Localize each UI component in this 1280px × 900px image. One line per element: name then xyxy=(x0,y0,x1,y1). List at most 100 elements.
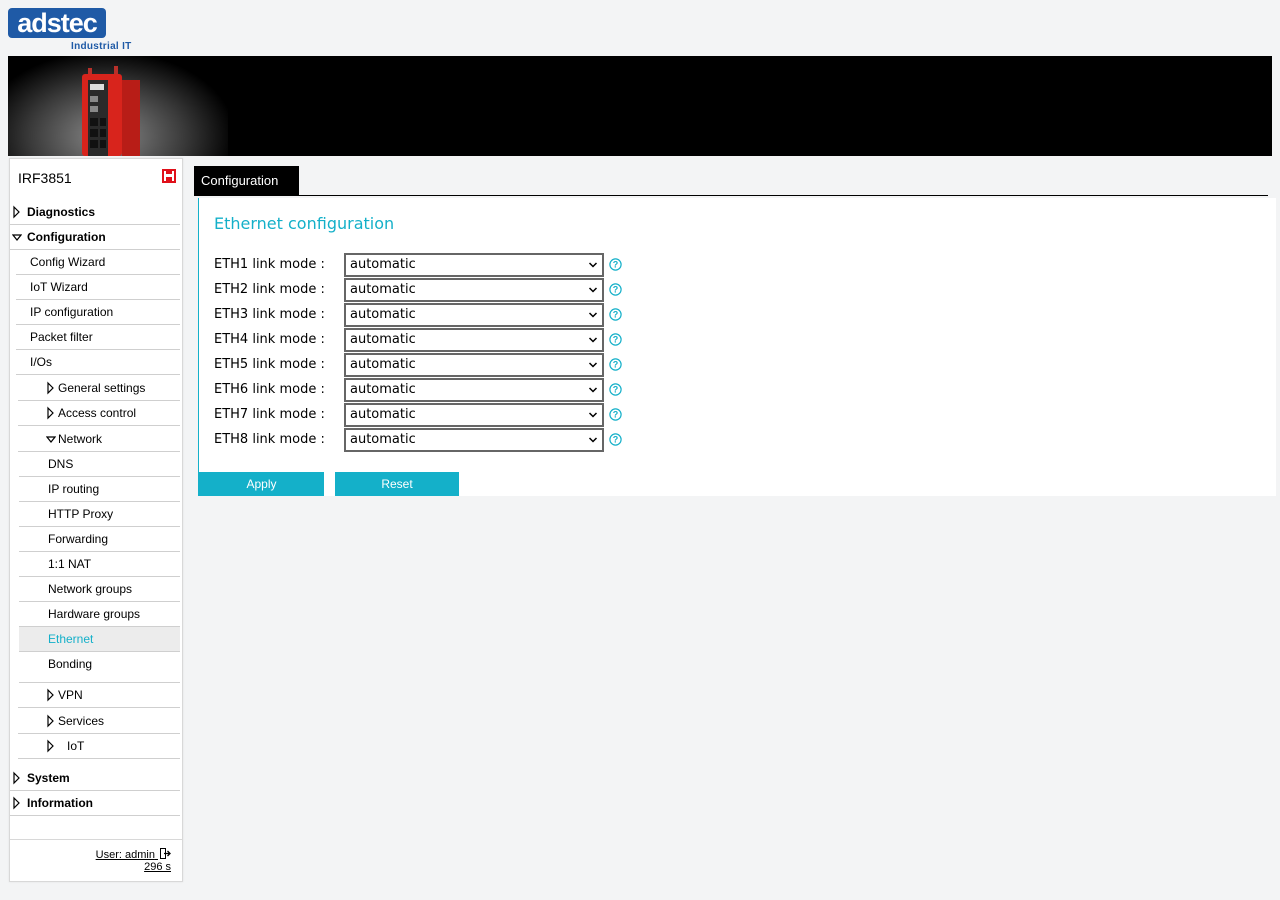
help-icon[interactable]: ? xyxy=(609,283,622,296)
chevron-right-icon xyxy=(13,771,20,785)
select-value: automatic xyxy=(350,257,416,272)
apply-button[interactable]: Apply xyxy=(199,472,324,496)
help-icon[interactable]: ? xyxy=(609,408,622,421)
logo-subtitle: Industrial IT xyxy=(71,41,132,52)
help-icon[interactable]: ? xyxy=(609,308,622,321)
select-value: automatic xyxy=(350,407,416,422)
sidebar-item-access-control[interactable]: Access control xyxy=(18,401,180,426)
eth3-link-mode-select[interactable]: automatic xyxy=(344,303,604,327)
sidebar-item-label: Hardware groups xyxy=(48,607,141,621)
svg-text:?: ? xyxy=(613,310,619,320)
chevron-right-icon xyxy=(47,688,54,702)
sidebar-item-label: Forwarding xyxy=(48,532,109,546)
tab-configuration[interactable]: Configuration xyxy=(194,166,299,195)
eth5-link-mode-select[interactable]: automatic xyxy=(344,353,604,377)
sidebar-item-label: Access control xyxy=(58,406,137,420)
eth8-link-mode-select[interactable]: automatic xyxy=(344,428,604,452)
sidebar-item-network-groups[interactable]: Network groups xyxy=(19,577,180,602)
sidebar-item-general-settings[interactable]: General settings xyxy=(18,376,180,401)
help-icon[interactable]: ? xyxy=(609,358,622,371)
sidebar-item-packet-filter[interactable]: Packet filter xyxy=(16,325,180,350)
sidebar-item-system[interactable]: System xyxy=(10,766,180,791)
sidebar-item-information[interactable]: Information xyxy=(10,791,180,816)
chevron-down-icon xyxy=(588,437,598,443)
chevron-down-icon xyxy=(588,312,598,318)
eth1-link-mode-select[interactable]: automatic xyxy=(344,253,604,277)
sidebar-item-label: IoT Wizard xyxy=(30,280,88,294)
sidebar-item-label: Network groups xyxy=(48,582,133,596)
chevron-down-icon xyxy=(588,337,598,343)
field-label: ETH5 link mode : xyxy=(214,357,325,372)
svg-text:?: ? xyxy=(613,410,619,420)
svg-text:?: ? xyxy=(613,360,619,370)
eth7-link-mode-select[interactable]: automatic xyxy=(344,403,604,427)
save-icon[interactable] xyxy=(162,169,176,183)
chevron-down-icon xyxy=(588,387,598,393)
field-label: ETH2 link mode : xyxy=(214,282,325,297)
chevron-down-icon xyxy=(588,262,598,268)
sidebar-item-label: General settings xyxy=(58,381,146,395)
sidebar-item-label: DNS xyxy=(48,457,74,471)
user-label: User: admin xyxy=(95,849,155,861)
help-icon[interactable]: ? xyxy=(609,333,622,346)
chevron-down-icon xyxy=(588,287,598,293)
tab-underline xyxy=(194,195,1268,196)
svg-text:?: ? xyxy=(613,285,619,295)
select-value: automatic xyxy=(350,357,416,372)
logo-word: adstec xyxy=(17,8,98,38)
chevron-right-icon xyxy=(47,714,54,728)
help-icon[interactable]: ? xyxy=(609,258,622,271)
eth2-link-mode-select[interactable]: automatic xyxy=(344,278,604,302)
sidebar-item-iot[interactable]: IoT xyxy=(18,734,180,759)
sidebar-item-diagnostics[interactable]: Diagnostics xyxy=(10,200,180,225)
sidebar-item-label: System xyxy=(27,771,70,785)
page-title: Ethernet configuration xyxy=(214,214,395,233)
chevron-right-icon xyxy=(13,796,20,810)
field-label: ETH6 link mode : xyxy=(214,382,325,397)
eth4-link-mode-select[interactable]: automatic xyxy=(344,328,604,352)
logout-link[interactable]: User: admin xyxy=(96,848,171,861)
sidebar-item-label: Ethernet xyxy=(48,632,94,646)
sidebar-item-iot-wizard[interactable]: IoT Wizard xyxy=(16,275,180,300)
select-value: automatic xyxy=(350,307,416,322)
sidebar-item-config-wizard[interactable]: Config Wizard xyxy=(16,250,180,275)
sidebar-item-label: Configuration xyxy=(27,230,106,244)
field-label: ETH7 link mode : xyxy=(214,407,325,422)
sidebar-item-label: Packet filter xyxy=(30,330,93,344)
sidebar-item-hardware-groups[interactable]: Hardware groups xyxy=(19,602,180,627)
sidebar-item-label: IP routing xyxy=(48,482,100,496)
eth6-link-mode-select[interactable]: automatic xyxy=(344,378,604,402)
sidebar-item-one-to-one-nat[interactable]: 1:1 NAT xyxy=(19,552,180,577)
router-device-image xyxy=(82,66,140,156)
svg-text:?: ? xyxy=(613,385,619,395)
chevron-right-icon xyxy=(47,739,54,753)
sidebar-item-network[interactable]: Network xyxy=(18,427,180,452)
sidebar-item-services[interactable]: Services xyxy=(18,709,180,734)
chevron-right-icon xyxy=(47,406,54,420)
sidebar-item-label: VPN xyxy=(58,688,83,702)
svg-text:?: ? xyxy=(613,435,619,445)
user-area: User: admin 296 s xyxy=(10,839,182,881)
chevron-right-icon xyxy=(47,381,54,395)
help-icon[interactable]: ? xyxy=(609,383,622,396)
sidebar-item-label: IoT xyxy=(67,739,85,753)
sidebar-item-configuration[interactable]: Configuration xyxy=(10,225,180,250)
sidebar-item-label: IP configuration xyxy=(30,305,114,319)
field-label: ETH1 link mode : xyxy=(214,257,325,272)
sidebar-item-ios[interactable]: I/Os xyxy=(16,350,180,375)
help-icon[interactable]: ? xyxy=(609,433,622,446)
sidebar-item-label: Config Wizard xyxy=(30,255,106,269)
sidebar-item-ethernet[interactable]: Ethernet xyxy=(19,627,180,652)
sidebar-item-dns[interactable]: DNS xyxy=(19,452,180,477)
sidebar-item-bonding[interactable]: Bonding xyxy=(19,652,180,683)
sidebar-item-http-proxy[interactable]: HTTP Proxy xyxy=(19,502,180,527)
sidebar: IRF3851 Diagnostics Configuration Config… xyxy=(9,158,183,882)
chevron-right-icon xyxy=(13,205,20,219)
sidebar-item-ip-routing[interactable]: IP routing xyxy=(19,477,180,502)
sidebar-item-forwarding[interactable]: Forwarding xyxy=(19,527,180,552)
sidebar-item-ip-configuration[interactable]: IP configuration xyxy=(16,300,180,325)
sidebar-item-label: Diagnostics xyxy=(27,205,96,219)
chevron-down-icon xyxy=(588,362,598,368)
reset-button[interactable]: Reset xyxy=(335,472,459,496)
sidebar-item-vpn[interactable]: VPN xyxy=(18,683,180,708)
